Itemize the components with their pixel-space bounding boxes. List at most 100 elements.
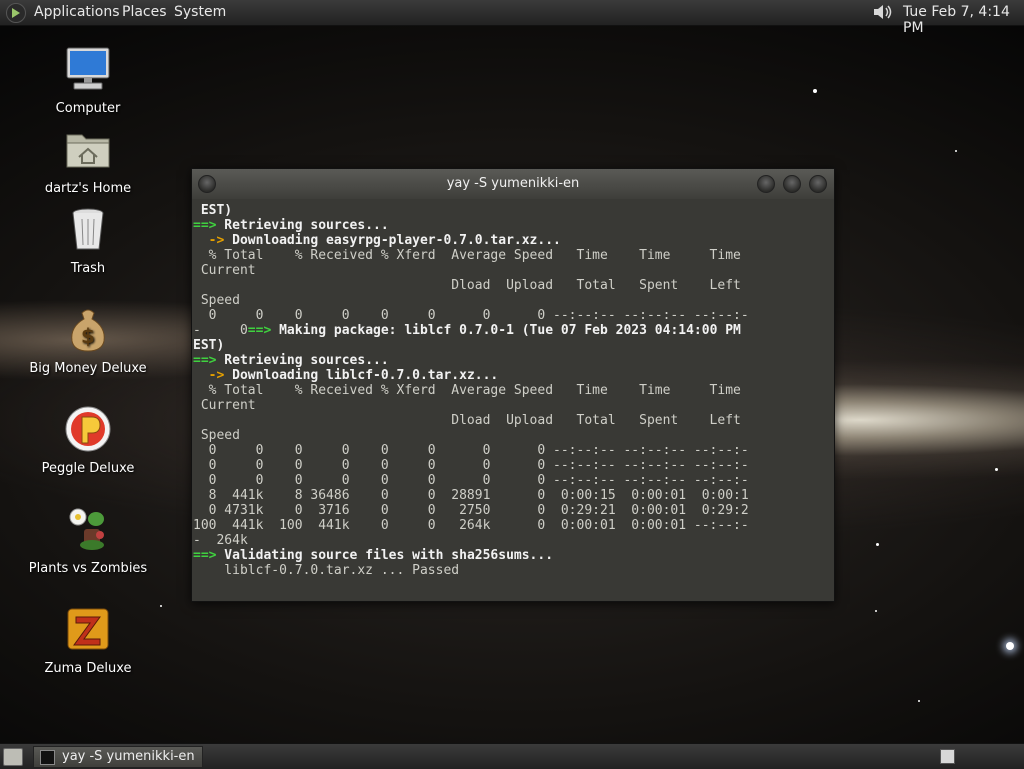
gnome-foot-icon[interactable] <box>6 3 26 23</box>
close-button[interactable] <box>809 175 827 193</box>
terminal-text: EST) <box>193 338 225 353</box>
money-bag-icon: $ <box>71 309 105 352</box>
desktop-icon-label: Peggle Deluxe <box>41 461 135 476</box>
terminal-line: 0 0 0 0 0 0 0 0 --:--:-- --:--:-- --:--:… <box>193 443 835 458</box>
terminal-line: Current <box>193 398 835 413</box>
terminal-text: - 264k <box>193 533 248 548</box>
terminal-text: -> <box>193 233 225 248</box>
terminal-text: Validating source files with sha256sums.… <box>216 548 554 563</box>
terminal-line: 100 441k 100 441k 0 0 264k 0 0:00:01 0:0… <box>193 518 835 533</box>
terminal-text: % Total % Received % Xferd Average Speed… <box>193 383 741 398</box>
desktop-icon-plants-vs-zombies[interactable]: Plants vs Zombies <box>28 505 148 576</box>
terminal-line: - 0==> Making package: liblcf 0.7.0-1 (T… <box>193 323 835 338</box>
desktop-icon-label: Computer <box>55 101 121 116</box>
desktop-icon-peggle[interactable]: Peggle Deluxe <box>28 405 148 476</box>
system-menu[interactable]: System <box>174 4 226 20</box>
taskbar-window-label: yay -S yumenikki-en <box>62 749 195 764</box>
bottom-panel: yay -S yumenikki-en <box>0 743 1024 769</box>
window-titlebar[interactable]: yay -S yumenikki-en <box>192 169 834 199</box>
terminal-text: EST) <box>193 203 233 218</box>
terminal-text: Dload Upload Total Spent Left <box>193 413 741 428</box>
top-panel: Applications Places System Tue Feb 7, 4:… <box>0 0 1024 36</box>
terminal-line: ==> Validating source files with sha256s… <box>193 548 835 563</box>
desktop-icon-home[interactable]: dartz's Home <box>28 125 148 196</box>
window-title: yay -S yumenikki-en <box>446 176 580 191</box>
terminal-line: -> Downloading easyrpg-player-0.7.0.tar.… <box>193 233 835 248</box>
applications-menu[interactable]: Applications <box>34 4 120 20</box>
desktop-icon-label: Trash <box>70 261 106 276</box>
trash-icon <box>72 208 104 250</box>
peggle-icon <box>65 406 111 452</box>
terminal-text: Current <box>193 263 256 278</box>
terminal-text: 100 441k 100 441k 0 0 264k 0 0:00:01 0:0… <box>193 518 749 533</box>
terminal-window[interactable]: yay -S yumenikki-en EST) ==> Retrieving s… <box>191 168 835 602</box>
star <box>813 89 817 93</box>
star <box>995 468 998 471</box>
desktop-icon-zuma[interactable]: Zuma Deluxe <box>28 605 148 676</box>
terminal-text: -> <box>193 368 225 383</box>
terminal-line: 0 0 0 0 0 0 0 0 --:--:-- --:--:-- --:--:… <box>193 458 835 473</box>
workspace-switcher[interactable] <box>940 749 955 764</box>
desktop-icon-label: Big Money Deluxe <box>29 361 147 376</box>
terminal-line: ==> Retrieving sources... <box>193 218 835 233</box>
terminal-line: Dload Upload Total Spent Left <box>193 413 835 428</box>
volume-speaker-icon[interactable] <box>872 3 894 21</box>
terminal-text: ==> <box>193 548 217 563</box>
terminal-text: liblcf-0.7.0.tar.xz ... Passed <box>193 563 460 578</box>
terminal-text: 0 0 0 0 0 0 0 0 --:--:-- --:--:-- --:--:… <box>193 443 749 458</box>
terminal-line: Current <box>193 263 835 278</box>
taskbar-window-button[interactable]: yay -S yumenikki-en <box>33 746 203 768</box>
maximize-button[interactable] <box>783 175 801 193</box>
star <box>918 700 920 702</box>
terminal-line: 0 4731k 0 3716 0 0 2750 0 0:29:21 0:00:0… <box>193 503 835 518</box>
home-folder-icon <box>66 134 110 168</box>
terminal-line: - 264k <box>193 533 835 548</box>
terminal-line: 0 0 0 0 0 0 0 0 --:--:-- --:--:-- --:--:… <box>193 308 835 323</box>
terminal-text: Making package: liblcf 0.7.0-1 (Tue 07 F… <box>271 323 741 338</box>
minimize-button[interactable] <box>757 175 775 193</box>
terminal-text: Current <box>193 398 256 413</box>
desktop-icon-label: dartz's Home <box>44 181 132 196</box>
zuma-icon <box>67 608 109 650</box>
star <box>876 543 879 546</box>
terminal-line: ==> Retrieving sources... <box>193 353 835 368</box>
terminal-line: 8 441k 8 36486 0 0 28891 0 0:00:15 0:00:… <box>193 488 835 503</box>
terminal-text: - 0 <box>193 323 248 338</box>
star <box>955 150 957 152</box>
places-menu[interactable]: Places <box>122 4 167 20</box>
terminal-line: -> Downloading liblcf-0.7.0.tar.xz... <box>193 368 835 383</box>
terminal-line: EST) <box>193 203 835 218</box>
desktop-icon-trash[interactable]: Trash <box>28 205 148 276</box>
terminal-text: ==> <box>193 218 217 233</box>
show-desktop-icon[interactable] <box>3 748 23 766</box>
terminal-text: Downloading easyrpg-player-0.7.0.tar.xz.… <box>224 233 561 248</box>
svg-text:$: $ <box>81 324 95 348</box>
terminal-text: 0 0 0 0 0 0 0 0 --:--:-- --:--:-- --:--:… <box>193 458 749 473</box>
terminal-text: Dload Upload Total Spent Left <box>193 278 741 293</box>
terminal-text: 0 4731k 0 3716 0 0 2750 0 0:29:21 0:00:0… <box>193 503 749 518</box>
terminal-line: 0 0 0 0 0 0 0 0 --:--:-- --:--:-- --:--:… <box>193 473 835 488</box>
terminal-line: EST) <box>193 338 835 353</box>
terminal-text: ==> <box>193 353 217 368</box>
terminal-text: Retrieving sources... <box>216 218 389 233</box>
terminal-line: liblcf-0.7.0.tar.xz ... Passed <box>193 563 835 578</box>
terminal-text: Speed <box>193 428 240 443</box>
computer-icon <box>66 47 110 90</box>
desktop-icon-big-money[interactable]: $ Big Money Deluxe <box>28 305 148 376</box>
desktop-icon-computer[interactable]: Computer <box>28 45 148 116</box>
desktop-icon-label: Plants vs Zombies <box>28 561 148 576</box>
terminal-text: 8 441k 8 36486 0 0 28891 0 0:00:15 0:00:… <box>193 488 749 503</box>
window-menu-button[interactable] <box>198 175 216 193</box>
terminal-line: Speed <box>193 428 835 443</box>
terminal-line: % Total % Received % Xferd Average Speed… <box>193 383 835 398</box>
terminal-text: ==> <box>247 323 272 338</box>
clock[interactable]: Tue Feb 7, 4:14 PM <box>903 4 1024 36</box>
terminal-text: Retrieving sources... <box>216 353 389 368</box>
terminal-icon <box>40 750 55 765</box>
desktop-icon-label: Zuma Deluxe <box>44 661 132 676</box>
star <box>875 610 877 612</box>
terminal-output[interactable]: EST) ==> Retrieving sources... -> Downloa… <box>192 203 835 599</box>
terminal-line: Dload Upload Total Spent Left <box>193 278 835 293</box>
terminal-text: Downloading liblcf-0.7.0.tar.xz... <box>224 368 499 383</box>
star <box>1006 642 1014 650</box>
